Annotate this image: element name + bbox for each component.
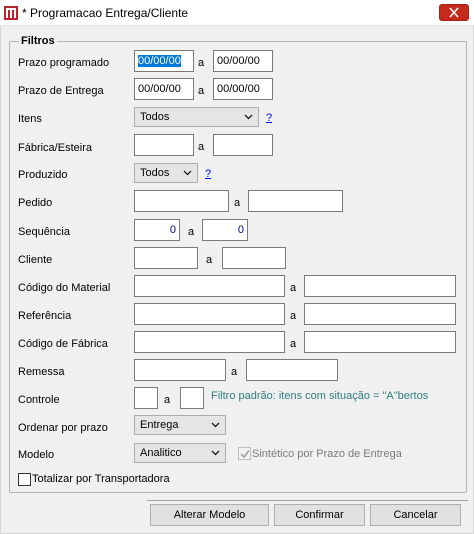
totalizar-checkbox[interactable] [18, 473, 31, 486]
close-button[interactable] [439, 4, 469, 21]
chevron-down-icon [211, 422, 220, 428]
range-separator: a [206, 254, 213, 266]
chevron-down-icon [211, 450, 220, 456]
remessa-to-field[interactable] [246, 359, 338, 381]
ordenar-prazo-select[interactable]: Entrega [134, 415, 226, 435]
range-separator: a [198, 141, 205, 153]
sequencia-to-field[interactable]: 0 [202, 219, 248, 241]
title-bar: * Programacao Entrega/Cliente [0, 0, 474, 26]
modelo-select-value: Analitico [140, 447, 182, 459]
cliente-to-field[interactable] [222, 247, 286, 269]
codigo-material-to-field[interactable] [304, 275, 456, 297]
codigo-fabrica-label: Código de Fábrica [18, 338, 108, 350]
chevron-down-icon [244, 114, 253, 120]
button-separator [147, 500, 468, 501]
fabrica-esteira-from-field[interactable] [134, 134, 194, 156]
prazo-programado-from-field[interactable]: 00/00/00 [134, 50, 194, 72]
fabrica-esteira-label: Fábrica/Esteira [18, 142, 92, 154]
cancelar-button[interactable]: Cancelar [370, 504, 461, 526]
checkmark-icon [240, 450, 250, 459]
referencia-to-field[interactable] [304, 303, 456, 325]
sintetico-label: Sintético por Prazo de Entrega [252, 448, 402, 460]
controle-to-field[interactable] [180, 387, 204, 409]
pedido-from-field[interactable] [134, 190, 229, 212]
filters-legend: Filtros [19, 35, 57, 47]
codigo-fabrica-to-field[interactable] [304, 331, 456, 353]
close-icon [449, 7, 459, 18]
prazo-entrega-from-field[interactable]: 00/00/00 [134, 78, 194, 100]
alterar-modelo-button[interactable]: Alterar Modelo [150, 504, 269, 526]
produzido-help-link[interactable]: ? [205, 168, 211, 180]
prazo-programado-label: Prazo programado [18, 57, 110, 69]
itens-select-value: Todos [140, 111, 170, 123]
range-separator: a [234, 197, 241, 209]
controle-note: Filtro padrão: itens com situação = "A"b… [211, 390, 429, 402]
range-separator: a [198, 57, 205, 69]
range-separator: a [188, 226, 195, 238]
ordenar-prazo-select-value: Entrega [140, 419, 179, 431]
itens-select[interactable]: Todos [134, 107, 259, 127]
modelo-select[interactable]: Analitico [134, 443, 226, 463]
itens-help-link[interactable]: ? [266, 112, 272, 124]
pedido-label: Pedido [18, 197, 53, 209]
prazo-programado-to-field[interactable]: 00/00/00 [213, 50, 273, 72]
controle-from-field[interactable] [134, 387, 158, 409]
sequencia-from-field[interactable]: 0 [134, 219, 180, 241]
referencia-label: Referência [18, 310, 72, 322]
range-separator: a [164, 394, 171, 406]
app-logo-icon [3, 5, 19, 21]
remessa-from-field[interactable] [134, 359, 226, 381]
codigo-material-from-field[interactable] [134, 275, 285, 297]
cliente-from-field[interactable] [134, 247, 198, 269]
fabrica-esteira-to-field[interactable] [213, 134, 273, 156]
confirmar-button[interactable]: Confirmar [274, 504, 365, 526]
range-separator: a [290, 310, 297, 322]
cliente-label: Cliente [18, 254, 53, 266]
window-title: * Programacao Entrega/Cliente [22, 6, 189, 20]
range-separator: a [198, 85, 205, 97]
codigo-material-label: Código do Material [18, 282, 111, 294]
range-separator: a [290, 282, 297, 294]
ordenar-prazo-label: Ordenar por prazo [18, 422, 108, 434]
chevron-down-icon [183, 170, 192, 176]
sintetico-checkbox[interactable] [238, 447, 251, 460]
totalizar-label: Totalizar por Transportadora [32, 473, 170, 485]
produzido-select-value: Todos [140, 167, 170, 179]
range-separator: a [290, 338, 297, 350]
sequencia-label: Sequência [18, 226, 70, 238]
pedido-to-field[interactable] [248, 190, 343, 212]
controle-label: Controle [18, 394, 60, 406]
produzido-select[interactable]: Todos [134, 163, 198, 183]
codigo-fabrica-from-field[interactable] [134, 331, 285, 353]
referencia-from-field[interactable] [134, 303, 285, 325]
remessa-label: Remessa [18, 366, 65, 378]
produzido-label: Produzido [18, 169, 68, 181]
modelo-label: Modelo [18, 449, 55, 461]
itens-label: Itens [18, 113, 42, 125]
prazo-entrega-label: Prazo de Entrega [18, 85, 104, 97]
range-separator: a [231, 366, 238, 378]
prazo-entrega-to-field[interactable]: 00/00/00 [213, 78, 273, 100]
